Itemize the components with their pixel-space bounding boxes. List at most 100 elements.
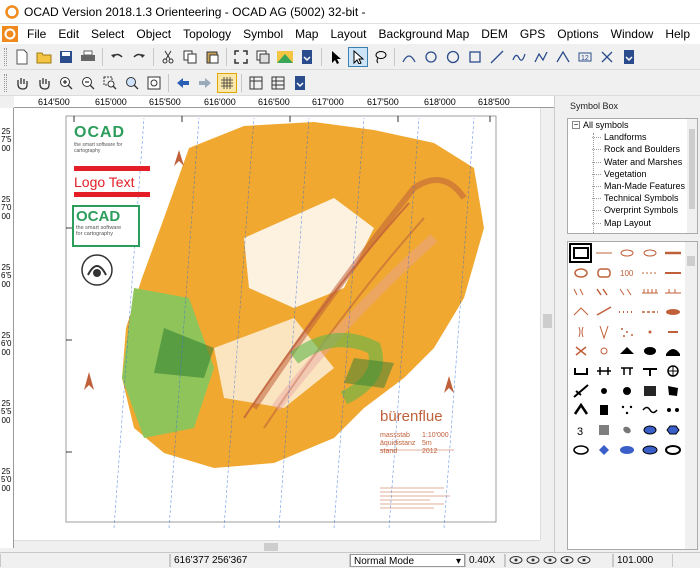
move-map-hand-icon[interactable] bbox=[12, 73, 32, 93]
tree-item-vegetation[interactable]: Vegetation bbox=[568, 168, 697, 180]
tool-dropdown-icon[interactable] bbox=[619, 47, 639, 67]
symbol-swatch[interactable]: 3 bbox=[569, 420, 592, 440]
print-icon[interactable] bbox=[78, 47, 98, 67]
symbol-swatch[interactable] bbox=[638, 420, 661, 440]
symbol-swatch[interactable] bbox=[569, 341, 592, 361]
symbol-swatch[interactable] bbox=[592, 440, 615, 460]
menu-map[interactable]: Map bbox=[289, 24, 324, 44]
draw-straight-line-icon[interactable] bbox=[487, 47, 507, 67]
eye-icon[interactable] bbox=[543, 555, 557, 565]
tree-item-map-layout[interactable]: Map Layout bbox=[568, 217, 697, 229]
symbol-grid-scrollbar[interactable] bbox=[685, 242, 697, 549]
edit-object-arrow-icon[interactable] bbox=[326, 47, 346, 67]
redo-icon[interactable] bbox=[129, 47, 149, 67]
menu-layout[interactable]: Layout bbox=[324, 24, 372, 44]
menu-select[interactable]: Select bbox=[85, 24, 130, 44]
symbol-swatch[interactable] bbox=[638, 243, 661, 263]
menu-help[interactable]: Help bbox=[659, 24, 696, 44]
symbol-swatch[interactable] bbox=[615, 341, 638, 361]
scroll-thumb[interactable] bbox=[264, 543, 278, 551]
zoom-in-icon[interactable] bbox=[56, 73, 76, 93]
collapse-icon[interactable]: − bbox=[572, 121, 580, 130]
symbol-swatch[interactable] bbox=[569, 361, 592, 381]
menu-file[interactable]: File bbox=[21, 24, 52, 44]
zoom-out-icon[interactable] bbox=[78, 73, 98, 93]
number-icon[interactable]: 12 bbox=[575, 47, 595, 67]
symbol-swatch[interactable] bbox=[638, 302, 661, 322]
undo-icon[interactable] bbox=[107, 47, 127, 67]
symbol-swatch[interactable] bbox=[615, 420, 638, 440]
menu-background-map[interactable]: Background Map bbox=[373, 24, 476, 44]
new-file-icon[interactable] bbox=[12, 47, 32, 67]
tree-item-all-symbols[interactable]: − All symbols bbox=[568, 119, 697, 131]
symbol-swatch[interactable] bbox=[661, 322, 684, 342]
map-horizontal-scrollbar[interactable] bbox=[14, 540, 540, 552]
symbol-swatch[interactable] bbox=[592, 420, 615, 440]
map-canvas[interactable]: OCAD the smart software for cartography … bbox=[14, 108, 540, 540]
symbol-swatch[interactable] bbox=[661, 420, 684, 440]
lasso-icon[interactable] bbox=[370, 47, 390, 67]
symbol-swatch[interactable] bbox=[615, 243, 638, 263]
symbol-swatch[interactable] bbox=[569, 381, 592, 401]
menu-options[interactable]: Options bbox=[551, 24, 604, 44]
symbol-swatch[interactable] bbox=[592, 263, 615, 283]
symbol-swatch[interactable] bbox=[569, 322, 592, 342]
symbol-swatch[interactable] bbox=[569, 302, 592, 322]
view-dropdown-icon[interactable] bbox=[290, 73, 310, 93]
toolbar-grip[interactable] bbox=[4, 47, 7, 66]
symbol-swatch[interactable] bbox=[569, 282, 592, 302]
symbol-swatch[interactable] bbox=[661, 302, 684, 322]
symbol-swatch[interactable] bbox=[615, 302, 638, 322]
menu-dem[interactable]: DEM bbox=[475, 24, 514, 44]
menu-object[interactable]: Object bbox=[130, 24, 177, 44]
scroll-thumb[interactable] bbox=[687, 256, 695, 266]
symbol-swatch[interactable] bbox=[638, 263, 661, 283]
symbol-swatch[interactable] bbox=[569, 401, 592, 421]
cut-icon[interactable] bbox=[158, 47, 178, 67]
scroll-thumb[interactable] bbox=[543, 314, 552, 328]
tree-item-technical-symbols[interactable]: Technical Symbols bbox=[568, 192, 697, 204]
symbol-swatch[interactable] bbox=[592, 243, 615, 263]
fullscreen-icon[interactable] bbox=[231, 47, 251, 67]
tree-item-overprint-symbols[interactable]: Overprint Symbols bbox=[568, 204, 697, 216]
menu-gps[interactable]: GPS bbox=[514, 24, 551, 44]
open-folder-icon[interactable] bbox=[34, 47, 54, 67]
tree-scrollbar[interactable] bbox=[687, 119, 697, 233]
symbol-swatch[interactable]: 100 bbox=[615, 263, 638, 283]
draw-circle-icon[interactable] bbox=[443, 47, 463, 67]
symbol-swatch[interactable] bbox=[592, 341, 615, 361]
symbol-swatch[interactable] bbox=[638, 440, 661, 460]
draw-rectangle-icon[interactable] bbox=[465, 47, 485, 67]
symbol-swatch[interactable] bbox=[615, 322, 638, 342]
next-view-arrow-icon[interactable] bbox=[195, 73, 215, 93]
symbol-swatch[interactable] bbox=[615, 440, 638, 460]
zoom-window-icon[interactable] bbox=[100, 73, 120, 93]
symbol-swatch[interactable] bbox=[661, 440, 684, 460]
menu-edit[interactable]: Edit bbox=[52, 24, 85, 44]
tree-item-landforms[interactable]: Landforms bbox=[568, 131, 697, 143]
symbol-swatch[interactable] bbox=[615, 381, 638, 401]
symbol-swatch[interactable] bbox=[661, 263, 684, 283]
save-icon[interactable] bbox=[56, 47, 76, 67]
symbol-swatch[interactable] bbox=[661, 282, 684, 302]
layers-icon[interactable] bbox=[253, 47, 273, 67]
symbol-swatch[interactable] bbox=[569, 243, 592, 263]
tree-item-rock-and-boulders[interactable]: Rock and Boulders bbox=[568, 143, 697, 155]
template-table-icon[interactable] bbox=[268, 73, 288, 93]
mode-select[interactable]: Normal Mode ▾ bbox=[350, 553, 465, 567]
tree-item-man-made-features[interactable]: Man-Made Features bbox=[568, 180, 697, 192]
draw-zigzag-icon[interactable] bbox=[553, 47, 573, 67]
map-vertical-scrollbar[interactable] bbox=[540, 108, 554, 540]
edit-point-arrow-icon[interactable] bbox=[348, 46, 368, 67]
orienteering-map[interactable] bbox=[14, 108, 540, 540]
symbol-swatch[interactable] bbox=[615, 361, 638, 381]
menu-symbol[interactable]: Symbol bbox=[237, 24, 289, 44]
eye-icon[interactable] bbox=[560, 555, 574, 565]
draw-freehand-icon[interactable] bbox=[509, 47, 529, 67]
draw-ellipse-icon[interactable] bbox=[421, 47, 441, 67]
background-map-icon[interactable] bbox=[275, 47, 295, 67]
previous-view-arrow-icon[interactable] bbox=[173, 73, 193, 93]
symbol-swatch[interactable] bbox=[661, 243, 684, 263]
grid-snap-icon[interactable] bbox=[217, 72, 237, 93]
ocad-menu-icon[interactable] bbox=[1, 25, 19, 43]
